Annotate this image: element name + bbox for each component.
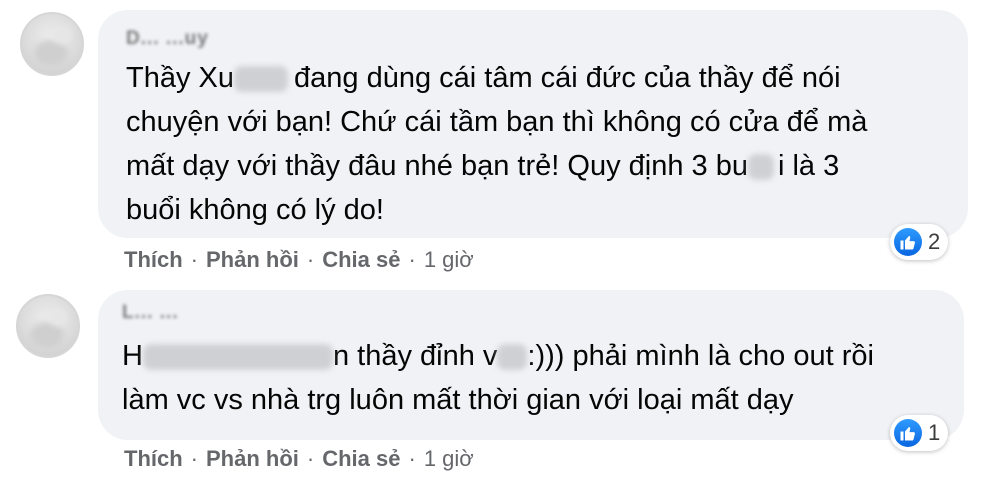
comment-author[interactable]: L... ... [122,302,179,324]
redaction-blur [234,66,288,93]
reaction-count: 2 [928,229,941,254]
comment-text: Hn thầy đỉnh v :))) phải mình là cho out … [122,334,952,422]
comment-actions: Thích · Phản hồi · Chia sẻ · 1 giờ [124,446,474,472]
like-link[interactable]: Thích [124,247,183,273]
text-fragment: mất dạy với thầy đâu nhé bạn trẻ! Quy đị… [126,150,748,182]
comment: L... ... Hn thầy đỉnh v :))) phải mình là… [0,282,1000,478]
reaction-summary[interactable]: 2 [890,224,949,260]
avatar[interactable] [20,12,84,76]
text-fragment: H [122,340,143,372]
share-link[interactable]: Chia sẻ [322,446,400,472]
avatar[interactable] [16,294,80,358]
text-fragment: :))) phải mình là cho out rồi [527,340,874,372]
comment-actions: Thích · Phản hồi · Chia sẻ · 1 giờ [124,247,474,273]
text-fragment: đang dùng cái tâm cái đức của thầy để nó… [294,62,841,94]
comment-timestamp[interactable]: 1 giờ [424,247,474,273]
comment-line: chuyện với bạn! Chứ cái tầm bạn thì khôn… [126,106,868,138]
comment-line: Thầy Xu đang dùng cái tâm cái đức của thầ… [126,56,956,100]
comment-bubble: D... ...uy Thầy Xu đang dùng cái tâm cái … [98,10,968,238]
comment-line: mất dạy với thầy đâu nhé bạn trẻ! Quy đị… [126,144,956,188]
comment-author[interactable]: D... ...uy [126,28,209,50]
reply-link[interactable]: Phản hồi [206,446,299,472]
comment-line: buổi không có lý do! [126,194,384,226]
comment-line: Hn thầy đỉnh v :))) phải mình là cho out … [122,334,952,378]
redaction-blur [497,344,528,371]
comment-line: làm vc vs nhà trg luôn mất thời gian với… [122,384,794,416]
reply-link[interactable]: Phản hồi [206,247,299,273]
comment-text: Thầy Xu đang dùng cái tâm cái đức của thầ… [126,56,956,232]
share-link[interactable]: Chia sẻ [322,247,400,273]
comment-timestamp[interactable]: 1 giờ [424,446,474,472]
text-fragment: Thầy Xu [126,62,234,94]
text-fragment: i là 3 [777,150,840,182]
like-thumbs-up-icon [894,419,922,447]
redaction-blur [142,344,333,371]
like-thumbs-up-icon [894,228,922,256]
comment-bubble: L... ... Hn thầy đỉnh v :))) phải mình là… [98,290,964,440]
reaction-count: 1 [928,420,941,445]
comment: D... ...uy Thầy Xu đang dùng cái tâm cái … [0,0,1000,282]
text-fragment: n thầy đỉnh v [332,340,498,372]
reaction-summary[interactable]: 1 [890,415,949,451]
redaction-blur [747,154,774,181]
like-link[interactable]: Thích [124,446,183,472]
